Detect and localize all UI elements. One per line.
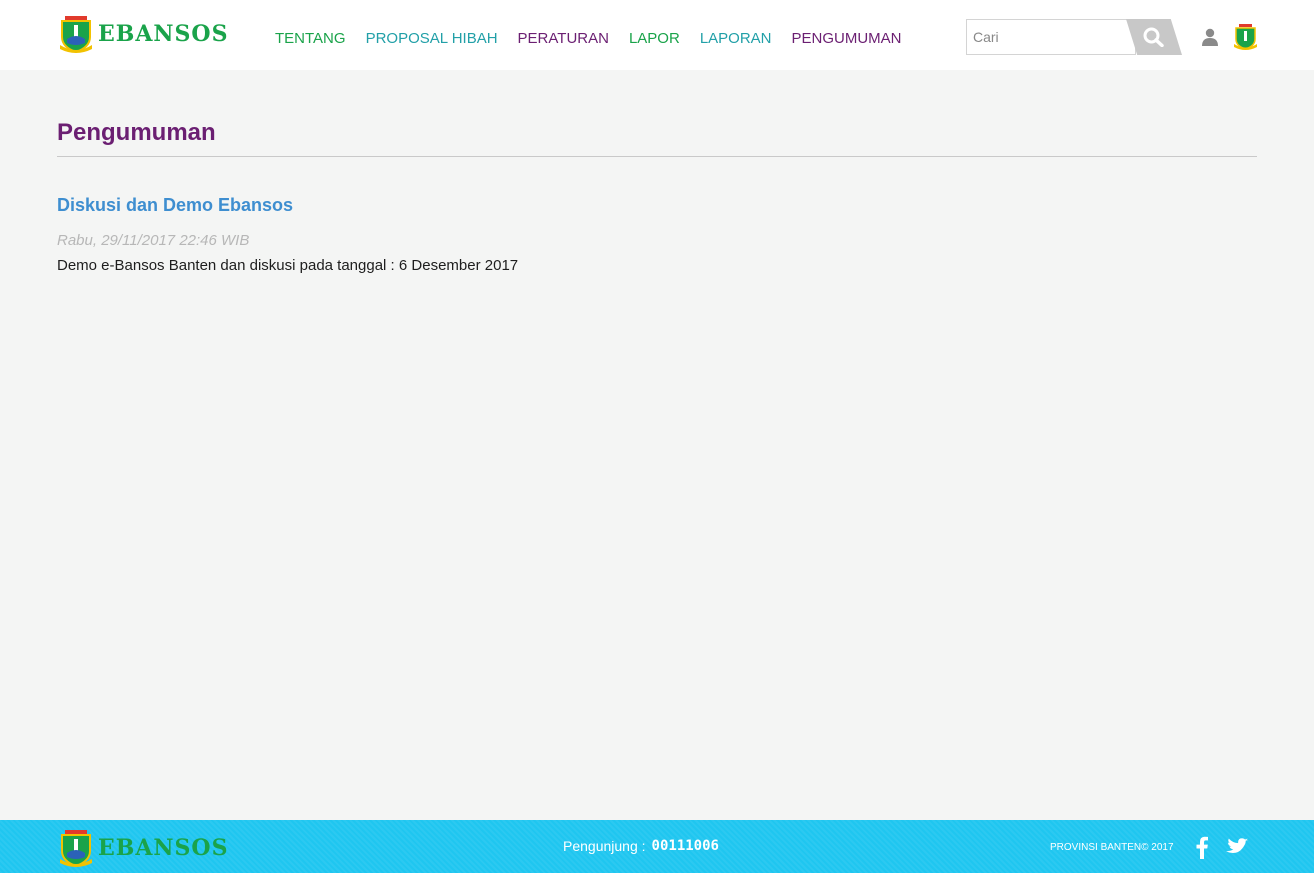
nav-item-tentang[interactable]: TENTANG bbox=[275, 29, 346, 49]
page-title: Pengumuman bbox=[57, 119, 216, 146]
twitter-icon[interactable] bbox=[1226, 837, 1248, 857]
visitor-count: 00111006 bbox=[651, 838, 719, 854]
facebook-icon[interactable] bbox=[1196, 836, 1208, 859]
banten-crest-icon bbox=[60, 830, 92, 867]
search-input[interactable] bbox=[966, 19, 1136, 55]
site-header: EBANSOS TENTANG PROPOSAL HIBAH PERATURAN… bbox=[0, 0, 1314, 70]
nav-item-lapor[interactable]: LAPOR bbox=[629, 29, 680, 49]
nav-item-peraturan[interactable]: PERATURAN bbox=[518, 29, 609, 49]
main-nav: TENTANG PROPOSAL HIBAH PERATURAN LAPOR L… bbox=[275, 29, 902, 49]
footer-logo-text: EBANSOS bbox=[98, 835, 229, 861]
visitor-counter: Pengunjung : 00111006 bbox=[563, 837, 719, 855]
search-box bbox=[966, 19, 1182, 55]
nav-item-pengumuman[interactable]: PENGUMUMAN bbox=[792, 29, 902, 49]
site-logo[interactable]: EBANSOS bbox=[58, 15, 228, 53]
banten-crest-icon[interactable] bbox=[1234, 24, 1257, 50]
announcement-body: Demo e-Bansos Banten dan diskusi pada ta… bbox=[57, 257, 519, 274]
user-icon[interactable] bbox=[1201, 28, 1219, 46]
announcement-date: Rabu, 29/11/2017 22:46 WIB bbox=[57, 232, 250, 249]
logo-text: EBANSOS bbox=[98, 21, 229, 47]
nav-item-laporan[interactable]: LAPORAN bbox=[700, 29, 772, 49]
site-footer: EBANSOS Pengunjung : 00111006 PROVINSI B… bbox=[0, 820, 1314, 873]
copyright-text: PROVINSI BANTEN© 2017 bbox=[1050, 842, 1174, 853]
footer-logo[interactable]: EBANSOS bbox=[58, 829, 228, 867]
nav-item-proposal-hibah[interactable]: PROPOSAL HIBAH bbox=[366, 29, 498, 49]
visitor-label: Pengunjung : bbox=[563, 838, 646, 854]
search-icon bbox=[1143, 27, 1164, 47]
title-divider bbox=[57, 156, 1257, 157]
announcement-title-link[interactable]: Diskusi dan Demo Ebansos bbox=[57, 194, 293, 216]
banten-crest-icon bbox=[60, 16, 92, 53]
